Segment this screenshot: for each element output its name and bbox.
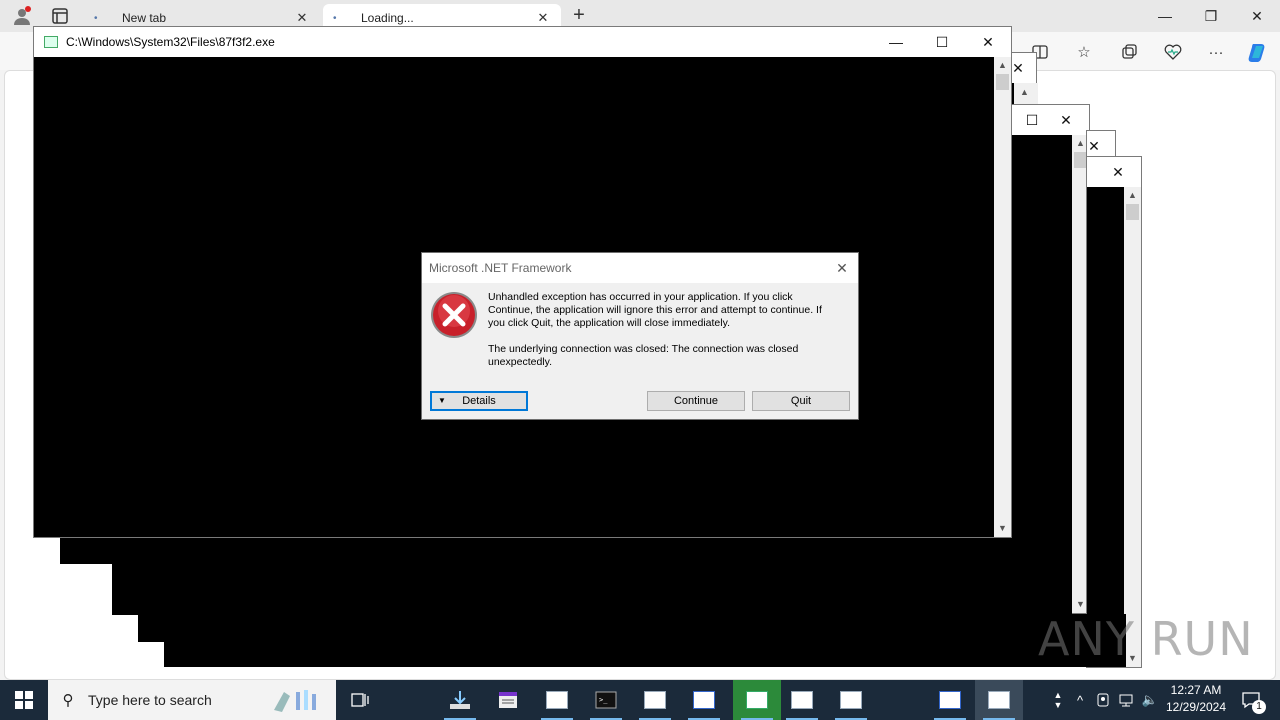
taskbar: ⚲ Type here to search >_ ▲ ▼ ^ 🔈 12:27 AM: [0, 680, 1280, 720]
scroll-thumb[interactable]: [1126, 204, 1139, 220]
browser-essentials-icon[interactable]: [1161, 40, 1185, 64]
windows-logo-icon: [15, 691, 33, 709]
copilot-icon[interactable]: [1246, 40, 1270, 64]
maximize-icon[interactable]: ☐: [1021, 105, 1043, 135]
tab-loading-icon: •: [333, 12, 337, 24]
scroll-down-icon[interactable]: ▼: [994, 520, 1011, 537]
taskbar-clock[interactable]: 12:27 AM 12/29/2024: [1160, 682, 1232, 716]
notifications-icon[interactable]: 1: [1236, 680, 1266, 720]
console-window-body: [112, 536, 1072, 615]
tab-favicon-icon: •: [94, 12, 98, 24]
svg-text:>_: >_: [599, 696, 608, 704]
taskbar-search-box[interactable]: ⚲ Type here to search: [48, 680, 336, 720]
taskbar-app-icon[interactable]: [827, 680, 875, 720]
tab-label: New tab: [122, 11, 167, 25]
task-view-icon[interactable]: [336, 680, 384, 720]
error-dialog: Microsoft .NET Framework ✕ Unhandled exc…: [421, 252, 859, 420]
taskbar-app-icon[interactable]: [484, 680, 532, 720]
tab-label: Loading...: [361, 11, 414, 25]
scroll-up-icon[interactable]: ▲: [1124, 187, 1141, 204]
console-window-body: [164, 614, 1126, 667]
scroll-thumb[interactable]: [996, 74, 1009, 90]
dialog-close-icon[interactable]: ✕: [832, 258, 852, 278]
browser-close-button[interactable]: ✕: [1234, 0, 1280, 32]
exception-detail: The underlying connection was closed: Th…: [488, 343, 799, 368]
close-icon[interactable]: ✕: [1043, 105, 1089, 135]
expand-arrow-icon: ▼: [438, 396, 446, 405]
vertical-scrollbar[interactable]: ▲ ▼: [1124, 187, 1141, 667]
taskbar-downloads-icon[interactable]: [436, 680, 484, 720]
meet-now-icon[interactable]: [1093, 680, 1113, 720]
console-window-body: [138, 614, 166, 642]
search-highlight-icon: [274, 690, 316, 712]
dialog-message: Unhandled exception has occurred in your…: [488, 291, 838, 382]
volume-icon[interactable]: 🔈: [1140, 680, 1160, 720]
more-options-icon[interactable]: ···: [1204, 40, 1228, 64]
collections-icon[interactable]: [1117, 40, 1141, 64]
network-icon[interactable]: [1116, 680, 1136, 720]
exception-message: Unhandled exception has occurred in your…: [488, 291, 822, 329]
close-tab-icon[interactable]: ✕: [294, 10, 310, 26]
show-hidden-icons-icon[interactable]: ^: [1070, 680, 1090, 720]
continue-button[interactable]: Continue: [647, 391, 745, 411]
taskbar-app-icon[interactable]: [975, 680, 1023, 720]
console-window-body: [60, 536, 112, 564]
start-button[interactable]: [0, 680, 48, 720]
search-placeholder: Type here to search: [88, 692, 212, 708]
close-tab-icon[interactable]: ✕: [535, 10, 551, 26]
vertical-scrollbar[interactable]: ▲ ▼: [994, 57, 1011, 537]
anyrun-watermark: ANY RUN: [1038, 612, 1254, 666]
maximize-button[interactable]: ☐: [919, 27, 965, 57]
scroll-up-icon[interactable]: ▲: [1020, 87, 1029, 97]
console-window-title: C:\Windows\System32\Files\87f3f2.exe: [66, 35, 275, 49]
browser-minimize-button[interactable]: —: [1142, 0, 1188, 32]
console-title-bar[interactable]: C:\Windows\System32\Files\87f3f2.exe — ☐…: [34, 27, 1011, 57]
profile-icon[interactable]: [10, 6, 34, 29]
tab-actions-icon[interactable]: [48, 8, 72, 27]
clock-time: 12:27 AM: [1170, 683, 1222, 697]
taskbar-app-icon[interactable]: [631, 680, 679, 720]
notification-badge: 1: [1252, 700, 1266, 714]
clock-date: 12/29/2024: [1165, 700, 1227, 714]
close-button[interactable]: ✕: [965, 27, 1011, 57]
taskbar-app-icon[interactable]: [733, 680, 781, 720]
quit-button[interactable]: Quit: [752, 391, 850, 411]
error-icon: [430, 291, 478, 339]
favorites-icon[interactable]: ☆: [1072, 40, 1096, 64]
taskbar-terminal-icon[interactable]: >_: [582, 680, 630, 720]
console-app-icon: [44, 36, 58, 48]
taskbar-app-icon[interactable]: [778, 680, 826, 720]
new-tab-button[interactable]: +: [568, 4, 590, 27]
dialog-title: Microsoft .NET Framework: [422, 253, 858, 283]
search-icon: ⚲: [62, 692, 74, 709]
minimize-button[interactable]: —: [873, 27, 919, 57]
console-window-5[interactable]: ✕ ▲ ▼: [1086, 156, 1142, 668]
taskbar-app-icon[interactable]: [533, 680, 581, 720]
browser-restore-button[interactable]: ❐: [1188, 0, 1234, 32]
taskbar-scroll-icon[interactable]: ▲ ▼: [1050, 680, 1066, 720]
details-button[interactable]: ▼ Details: [430, 391, 528, 411]
taskbar-app-icon[interactable]: [680, 680, 728, 720]
taskbar-app-icon[interactable]: [926, 680, 974, 720]
scroll-up-icon[interactable]: ▲: [994, 57, 1011, 74]
close-icon[interactable]: ✕: [1095, 157, 1141, 187]
details-label: Details: [462, 395, 496, 407]
